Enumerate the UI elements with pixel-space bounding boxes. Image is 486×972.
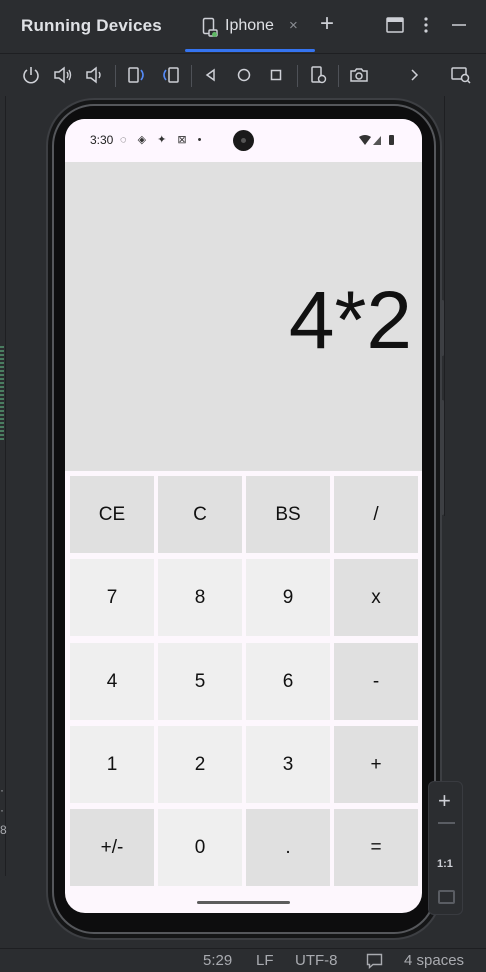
calc-key[interactable]: 0 xyxy=(158,809,242,886)
close-icon[interactable]: × xyxy=(289,17,298,34)
phone-volume-button xyxy=(441,400,444,515)
toolbar-separator xyxy=(115,65,116,87)
wifi-signal-battery-icons xyxy=(359,135,394,145)
indent-setting[interactable]: 4 spaces xyxy=(404,952,464,969)
right-rail xyxy=(444,96,445,516)
calc-key[interactable]: - xyxy=(334,643,418,720)
more-vertical-icon[interactable] xyxy=(415,14,437,36)
tab-label: Iphone xyxy=(225,17,274,34)
device-icon xyxy=(202,17,218,37)
calc-key[interactable]: 4 xyxy=(70,643,154,720)
tab-iphone[interactable]: Iphone × xyxy=(185,0,315,52)
minimize-icon[interactable] xyxy=(448,14,470,36)
active-tab-indicator xyxy=(185,49,315,52)
phone-screen[interactable]: 3:30 ◌ ◈ ✦ ⊠ • 4*2 CE C BS/ 7 8 9 x 4 5 6- 1 2 3 + +/-… xyxy=(65,119,422,913)
zoom-out-button[interactable] xyxy=(438,822,455,824)
layout-icon[interactable] xyxy=(384,14,406,36)
power-icon[interactable] xyxy=(19,63,43,87)
calculator-display: 4*2 xyxy=(65,162,422,471)
search-window-icon[interactable] xyxy=(449,63,473,87)
calc-key[interactable]: CE xyxy=(70,476,154,553)
volume-up-icon[interactable] xyxy=(51,63,75,87)
calc-key[interactable]: +/- xyxy=(70,809,154,886)
phone-side-button xyxy=(441,300,444,356)
calc-key[interactable]: C xyxy=(158,476,242,553)
calculator-keypad: CE C BS/ 7 8 9 x 4 5 6- 1 2 3 + +/- 0. = xyxy=(65,471,422,889)
screenshot-icon[interactable] xyxy=(347,63,371,87)
tool-window-header: Running Devices Iphone × + xyxy=(0,0,486,54)
android-status-bar: 3:30 ◌ ◈ ✦ ⊠ • xyxy=(65,119,422,162)
toolbar-separator xyxy=(191,65,192,87)
rotate-right-icon[interactable] xyxy=(158,63,182,87)
calc-key[interactable]: 1 xyxy=(70,726,154,803)
calc-key[interactable]: 6 xyxy=(246,643,330,720)
device-toolbar xyxy=(0,55,486,95)
fit-screen-icon[interactable] xyxy=(438,890,455,904)
zoom-controls: + 1:1 xyxy=(428,781,463,915)
volume-down-icon[interactable] xyxy=(82,63,106,87)
calc-key[interactable]: 9 xyxy=(246,559,330,636)
file-encoding[interactable]: UTF-8 xyxy=(295,952,338,969)
chevron-right-icon[interactable] xyxy=(402,63,426,87)
calc-key[interactable]: 2 xyxy=(158,726,242,803)
device-settings-icon[interactable] xyxy=(307,63,331,87)
caret-position[interactable]: 5:29 xyxy=(203,952,232,969)
gutter-marker xyxy=(0,346,4,441)
display-value: 4*2 xyxy=(288,275,412,366)
overview-icon[interactable] xyxy=(264,63,288,87)
left-gutter xyxy=(0,96,6,876)
calc-key[interactable]: + xyxy=(334,726,418,803)
add-tab-button[interactable]: + xyxy=(320,12,342,36)
calc-key[interactable]: BS xyxy=(246,476,330,553)
ide-status-bar: 5:29 LF UTF-8 4 spaces xyxy=(0,948,486,972)
home-icon[interactable] xyxy=(232,63,256,87)
calc-key[interactable]: = xyxy=(334,809,418,886)
line-ending[interactable]: LF xyxy=(256,952,274,969)
calc-key[interactable]: . xyxy=(246,809,330,886)
calc-key[interactable]: 7 xyxy=(70,559,154,636)
tool-window-title: Running Devices xyxy=(21,16,162,35)
calc-key[interactable]: 8 xyxy=(158,559,242,636)
edge-marks: · · 8 xyxy=(0,783,7,837)
notification-icons: ◌ ◈ ✦ ⊠ • xyxy=(120,134,206,146)
toolbar-separator xyxy=(297,65,298,87)
calc-key[interactable]: x xyxy=(334,559,418,636)
zoom-in-button[interactable]: + xyxy=(438,790,451,812)
calc-key[interactable]: / xyxy=(334,476,418,553)
actual-size-button[interactable]: 1:1 xyxy=(437,858,453,870)
rotate-left-icon[interactable] xyxy=(125,63,149,87)
gesture-navigation-bar[interactable] xyxy=(197,901,290,904)
back-icon[interactable] xyxy=(199,63,223,87)
clock: 3:30 xyxy=(90,133,114,147)
calc-key[interactable]: 5 xyxy=(158,643,242,720)
running-devices-window: Running Devices Iphone × + · · 8 3:30 ◌ … xyxy=(0,0,486,972)
readonly-icon[interactable] xyxy=(366,953,383,969)
toolbar-separator xyxy=(338,65,339,87)
front-camera xyxy=(233,130,254,151)
calc-key[interactable]: 3 xyxy=(246,726,330,803)
